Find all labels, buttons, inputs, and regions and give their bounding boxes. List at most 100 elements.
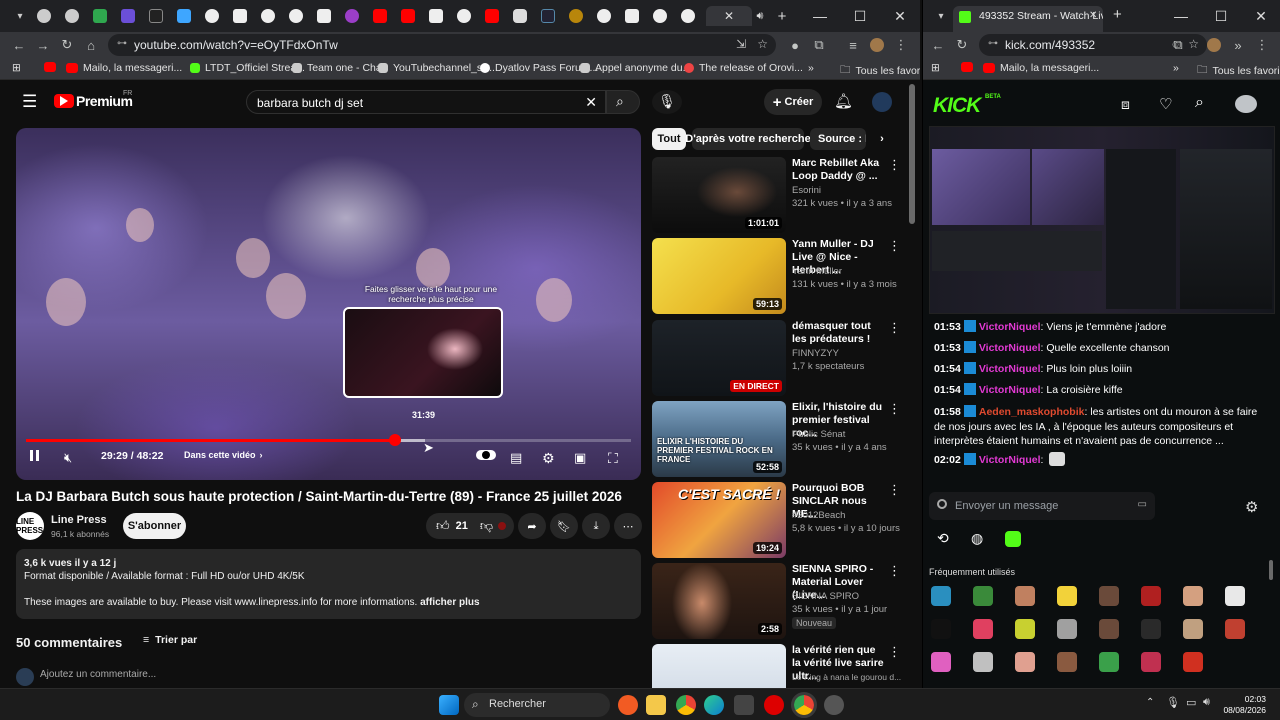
tab[interactable] <box>396 6 420 26</box>
all-bookmarks[interactable]: 🗀︎ Tous les favoris <box>1197 62 1280 80</box>
bookmarks-overflow-icon[interactable]: » <box>808 62 814 74</box>
tab[interactable] <box>312 6 336 26</box>
bookmark-mailo[interactable]: Mailo, la messageri... <box>66 62 182 74</box>
tab[interactable] <box>508 6 532 26</box>
edge-icon[interactable] <box>704 695 724 715</box>
tab[interactable] <box>116 6 140 26</box>
maximize-button[interactable]: ☐ <box>840 0 880 32</box>
maximize-button[interactable]: ☐ <box>1201 0 1241 32</box>
back-icon[interactable]: ← <box>929 36 947 54</box>
app-icon[interactable] <box>734 695 754 715</box>
chrome-menu-icon[interactable]: ⋮ <box>1253 36 1271 54</box>
chat-username[interactable]: VictorNiquel <box>979 321 1041 333</box>
emote-icon[interactable] <box>1099 652 1119 672</box>
chapters-button[interactable]: Dans cette vidéo › <box>184 450 263 460</box>
more-options-icon[interactable]: ⋮ <box>888 157 901 173</box>
stream-player[interactable] <box>929 126 1275 314</box>
tab[interactable] <box>368 6 392 26</box>
kick-logo[interactable]: KICK <box>933 94 981 118</box>
emote-icon[interactable] <box>1057 619 1077 639</box>
emote-icon[interactable] <box>931 652 951 672</box>
page-scrollbar[interactable] <box>909 84 915 224</box>
reload-icon[interactable]: ↻ <box>58 36 76 54</box>
create-button[interactable]: + Créer <box>764 89 822 115</box>
chip-all[interactable]: Tout <box>652 128 686 150</box>
tab[interactable] <box>60 6 84 26</box>
reload-icon[interactable]: ↻ <box>953 36 971 54</box>
tray-overflow-icon[interactable]: ⌃ <box>1146 697 1154 708</box>
close-window-button[interactable]: ✕ <box>880 0 920 32</box>
description-box[interactable]: 3,6 k vues il y a 12 j Format disponible… <box>16 549 641 619</box>
apps-grid-icon[interactable]: ⊞ <box>12 62 21 74</box>
tab[interactable] <box>340 6 364 26</box>
bookmarks-overflow-icon[interactable]: » <box>1173 62 1179 74</box>
profile-avatar-icon[interactable] <box>868 36 886 54</box>
clear-search-icon[interactable]: ✕ <box>585 94 597 111</box>
tab[interactable] <box>144 6 168 26</box>
user-avatar[interactable] <box>1235 95 1257 113</box>
chat-username[interactable]: VictorNiquel <box>979 342 1041 354</box>
tab[interactable] <box>424 6 448 26</box>
miniplayer-icon[interactable]: ▣ <box>574 450 586 466</box>
tab[interactable] <box>88 6 112 26</box>
bookmark-star-icon[interactable]: ☆ <box>757 37 768 51</box>
heart-icon[interactable]: ♡ <box>1159 95 1172 113</box>
bookmark-mailo[interactable]: Mailo, la messageri... <box>983 62 1099 74</box>
bookmark-ltdt[interactable]: LTDT_Officiel Strea... <box>190 62 305 74</box>
taskbar-search[interactable]: ⌕ Rechercher <box>464 693 610 717</box>
hamburger-menu-icon[interactable]: ☰ <box>22 92 37 112</box>
recommended-video[interactable]: EN DIRECT démasquer tout les prédateurs … <box>652 320 907 396</box>
fullscreen-icon[interactable]: ⛶ <box>608 450 618 467</box>
global-emotes-icon[interactable]: ◍ <box>971 530 983 547</box>
video-thumbnail[interactable]: C'EST SACRÉ ! 19:24 <box>652 482 786 558</box>
new-tab-button[interactable]: + <box>1113 6 1122 23</box>
site-info-icon[interactable]: ⊶ <box>988 38 998 49</box>
chrome-menu-icon[interactable]: ⋮ <box>892 36 910 54</box>
emote-icon[interactable] <box>1015 652 1035 672</box>
recommended-title[interactable]: Marc Rebillet Aka Loop Daddy @ ... <box>792 157 884 183</box>
video-thumbnail[interactable]: 59:13 <box>652 238 786 314</box>
tab-list-button[interactable]: ▾ <box>929 6 953 26</box>
progress-scrubber[interactable] <box>389 434 402 446</box>
close-tab-icon[interactable]: ✕ <box>1089 10 1097 21</box>
extension-icon[interactable]: ● <box>786 36 804 54</box>
video-thumbnail[interactable]: 2:58 <box>652 563 786 639</box>
search-input[interactable]: barbara butch dj set ✕ <box>246 90 606 114</box>
chat-username[interactable]: VictorNiquel <box>979 384 1041 396</box>
more-options-icon[interactable]: ⋮ <box>888 644 901 660</box>
tab[interactable] <box>256 6 280 26</box>
emote-icon[interactable] <box>973 652 993 672</box>
notifications-bell-icon[interactable]: 🔔︎ <box>834 92 853 110</box>
channel-name[interactable]: Line Press <box>51 514 107 526</box>
more-actions-icon[interactable]: ⋯ <box>614 513 642 539</box>
bookmark-orovi[interactable]: The release of Orovi... <box>684 62 803 74</box>
chat-input[interactable]: Envoyer un message ▭ <box>929 492 1155 520</box>
search-icon[interactable]: ⌕ <box>1195 94 1204 112</box>
system-clock[interactable]: 02:03 08/08/2026 <box>1223 694 1266 716</box>
tab[interactable] <box>284 6 308 26</box>
more-options-icon[interactable]: ⋮ <box>888 238 901 254</box>
progress-bar[interactable] <box>26 434 631 446</box>
tab[interactable] <box>564 6 588 26</box>
install-app-icon[interactable]: ⇲ <box>736 37 746 51</box>
site-info-icon[interactable]: ⊶ <box>117 38 127 49</box>
network-icon[interactable]: ▭ <box>1186 696 1196 709</box>
forward-icon[interactable]: → <box>34 36 52 54</box>
thumbs-up-icon[interactable]: 👍︎ <box>436 518 450 534</box>
apps-grid-icon[interactable]: ⊞ <box>931 62 940 74</box>
chrome-active-icon[interactable] <box>791 692 817 718</box>
chips-next-icon[interactable]: › <box>872 128 892 150</box>
recommended-title[interactable]: démasquer tout les prédateurs ! <box>792 320 884 346</box>
mute-icon[interactable]: 🔇︎ <box>64 450 72 466</box>
video-thumbnail[interactable]: EN DIRECT <box>652 320 786 396</box>
autoplay-toggle[interactable] <box>476 450 496 460</box>
tab-search-icon[interactable]: ▾ <box>8 6 32 26</box>
recommended-video[interactable]: ELIXIR L'HISTOIRE DU PREMIER FESTIVAL RO… <box>652 401 907 477</box>
save-bookmark-icon[interactable]: 🔖︎ <box>550 513 578 539</box>
microphone-icon[interactable]: 🎙︎ <box>1166 696 1180 709</box>
emote-icon[interactable] <box>1141 586 1161 606</box>
settings-gear-icon[interactable]: ⚙ <box>542 450 555 467</box>
following-icon[interactable]: ⧈ <box>1121 96 1130 113</box>
chat-username[interactable]: Aeden_maskophobik <box>979 406 1085 418</box>
tab[interactable] <box>228 6 252 26</box>
